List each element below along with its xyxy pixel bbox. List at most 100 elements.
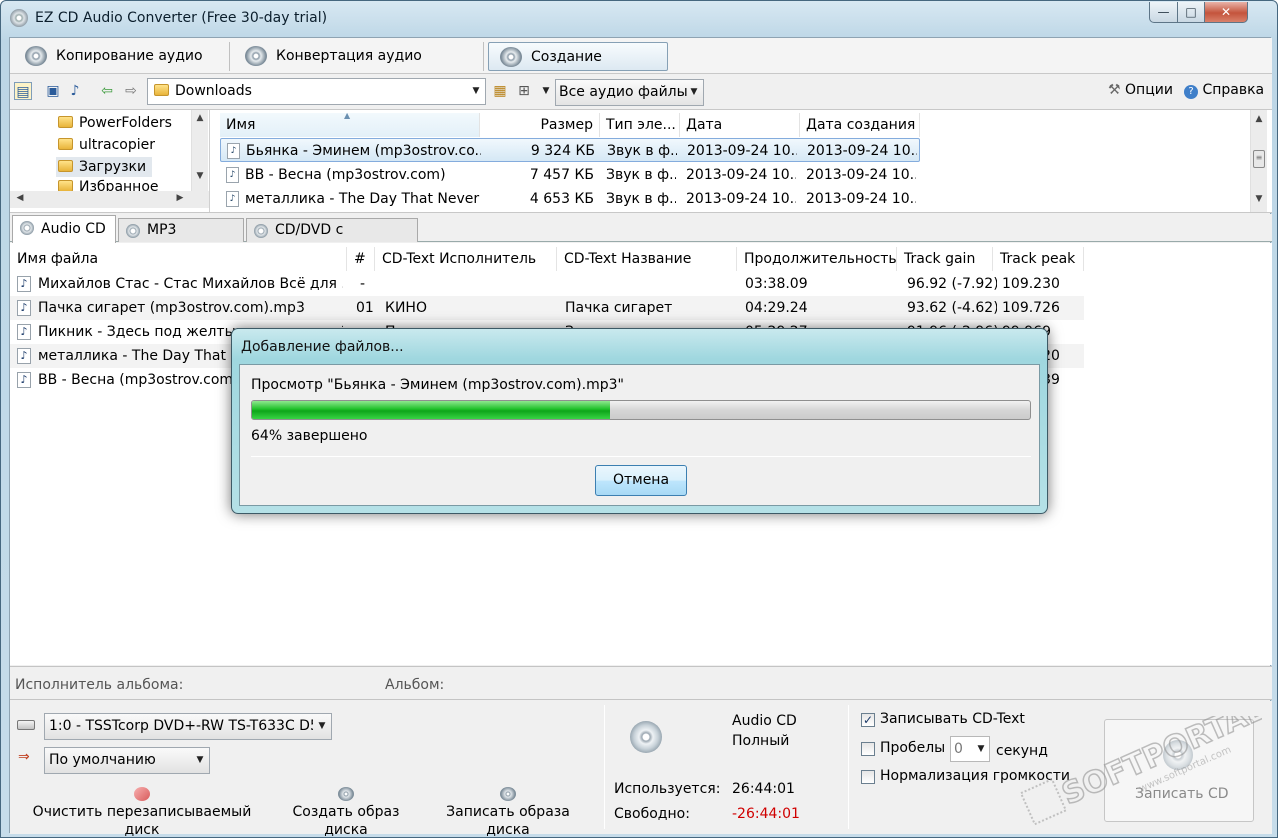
tab-audio-cd-label: Audio CD	[41, 221, 106, 237]
speed-arrow-icon: ⇒	[18, 749, 30, 765]
view-dropdown-icon[interactable]: ▼	[537, 82, 555, 100]
tab-rip-cd[interactable]: Копирование аудио CD	[14, 42, 230, 92]
erase-disc-button[interactable]: Очистить перезаписываемый диск	[18, 787, 266, 839]
col-filename[interactable]: Имя файла	[10, 247, 347, 271]
file-modified: 2013-09-24 10...	[687, 143, 797, 159]
cancel-button[interactable]: Отмена	[595, 465, 687, 496]
tree-item[interactable]: Избранное	[58, 179, 159, 191]
chevron-down-icon[interactable]: ▼	[467, 79, 485, 104]
drive-select[interactable]: 1:0 - TSSTcorp DVD+-RW TS-T633C D5 ▼	[44, 713, 332, 740]
folder-icon	[58, 180, 73, 191]
tools-icon: ⚒	[1108, 82, 1121, 98]
add-files-dialog: Добавление файлов... Просмотр "Бьянка - …	[231, 328, 1048, 514]
chevron-down-icon[interactable]: ▼	[685, 80, 703, 105]
tab-convert[interactable]: Конвертация аудио файлов	[234, 42, 484, 92]
file-row[interactable]: ♪ металлика - The Day That Never ... 4 6…	[220, 187, 920, 211]
view-mode-icon[interactable]: ⊞	[515, 82, 533, 100]
chevron-down-icon[interactable]: ▼	[973, 737, 989, 762]
new-folder-icon[interactable]: ▦	[491, 82, 509, 100]
eraser-icon	[134, 787, 150, 801]
col-cdtext-artist[interactable]: CD-Text Исполнитель	[375, 247, 557, 271]
create-image-button[interactable]: Создать образ диска	[272, 787, 420, 839]
gaps-checkbox[interactable]	[861, 742, 875, 756]
folder-icon	[58, 160, 73, 172]
track-file: Пачка сигарет (mp3ostrov.com).mp3	[38, 300, 305, 316]
forward-arrow-icon[interactable]: ⇨	[122, 82, 140, 100]
folder-view-icon[interactable]: ▤	[14, 82, 32, 100]
tab-mp3-cd[interactable]: MP3 CD/DVD	[118, 218, 244, 260]
cd-disc-icon	[630, 721, 662, 753]
col-duration[interactable]: Продолжительность	[737, 247, 897, 271]
filter-combo[interactable]: Все аудио файлы ▼	[555, 79, 704, 106]
options-link[interactable]: ⚒ Опции	[1108, 81, 1173, 99]
album-label: Альбом:	[385, 677, 445, 693]
scroll-up-icon[interactable]: ▲	[1251, 114, 1267, 124]
col-filename-label: Имя файла	[17, 251, 99, 267]
music-icon[interactable]: ♪	[66, 82, 84, 100]
back-arrow-icon[interactable]: ⇦	[98, 82, 116, 100]
file-type: Звук в ф...	[606, 167, 676, 183]
track-duration: 03:38.09	[745, 276, 808, 292]
close-button[interactable]: ✕	[1204, 2, 1248, 23]
track-row[interactable]: ♪ Михайлов Стас - Стас Михайлов Всё для …	[10, 272, 1084, 296]
chevron-down-icon[interactable]: ▼	[191, 748, 209, 773]
path-combo[interactable]: Downloads ▼	[147, 78, 486, 105]
help-link[interactable]: ? Справка	[1184, 81, 1264, 99]
gaps-select[interactable]: 0 ▼	[950, 736, 990, 762]
file-list-vscroll[interactable]: ▲ ≡ ▼	[1250, 110, 1267, 212]
file-created: 2013-09-24 10...	[807, 143, 917, 159]
tree-item-selected[interactable]: Загрузки	[56, 157, 153, 177]
project-tabs: Audio CD MP3 CD/DVD CD/DVD с данными	[10, 214, 1272, 260]
col-number[interactable]: #	[347, 247, 375, 271]
tree-vscroll[interactable]: ▲ ▼	[191, 110, 208, 191]
used-label: Используется:	[614, 781, 721, 797]
tab-audio-cd[interactable]: Audio CD	[12, 215, 116, 243]
speed-select[interactable]: По умолчанию ▼	[44, 747, 210, 774]
audio-file-icon: ♪	[17, 372, 31, 388]
col-size[interactable]: Размер	[480, 113, 600, 137]
disc-state: Полный	[732, 733, 790, 749]
file-modified: 2013-09-24 10...	[686, 167, 796, 183]
tree-item[interactable]: ultracopier	[58, 135, 155, 155]
file-row[interactable]: ♪ BB - Весна (mp3ostrov.com) 7 457 КБ Зв…	[220, 163, 920, 187]
audio-file-icon: ♪	[17, 324, 31, 340]
scanning-text: Просмотр "Бьянка - Эминем (mp3ostrov.com…	[251, 377, 624, 393]
free-label: Свободно:	[614, 806, 690, 822]
write-image-button[interactable]: Записать образа диска	[426, 787, 590, 839]
tree-hscroll[interactable]: ◀ ▶	[10, 191, 209, 208]
col-track-peak[interactable]: Track peak	[993, 247, 1084, 271]
col-name[interactable]: Имя ▲	[220, 111, 480, 137]
file-row-selected[interactable]: ♪ Бьянка - Эминем (mp3ostrov.co... 9 324…	[220, 138, 920, 162]
file-created: 2013-09-24 10...	[806, 167, 916, 183]
col-track-gain[interactable]: Track gain	[897, 247, 993, 271]
scroll-left-icon[interactable]: ◀	[12, 193, 28, 203]
col-modified[interactable]: Дата изменен...	[680, 113, 800, 157]
tree-item[interactable]: PowerFolders	[58, 113, 172, 133]
col-track-peak-label: Track peak	[1000, 251, 1076, 267]
col-type[interactable]: Тип эле...	[600, 113, 680, 137]
album-artist-label: Исполнитель альбома:	[15, 677, 184, 693]
col-cdtext-title[interactable]: CD-Text Название	[557, 247, 737, 271]
title-bar[interactable]: EZ CD Audio Converter (Free 30-day trial…	[1, 1, 1277, 37]
track-row[interactable]: ♪ Пачка сигарет (mp3ostrov.com).mp3 01 К…	[10, 296, 1084, 320]
chevron-down-icon[interactable]: ▼	[313, 714, 331, 739]
tab-create-cd[interactable]: Создание CD/DVD	[488, 42, 668, 93]
scroll-thumb[interactable]: ≡	[1253, 150, 1265, 168]
cdtext-checkbox[interactable]: ✓	[861, 713, 875, 727]
maximize-button[interactable]: □	[1177, 2, 1205, 23]
audio-cd-icon	[20, 221, 34, 235]
col-created-label: Дата создания	[806, 117, 916, 133]
scroll-down-icon[interactable]: ▼	[1251, 194, 1267, 204]
col-created[interactable]: Дата создания	[800, 113, 920, 137]
normalize-checkbox[interactable]	[861, 770, 875, 784]
scroll-down-icon[interactable]: ▼	[192, 171, 208, 181]
write-image-label: Записать образа диска	[446, 804, 570, 838]
tab-data-cd[interactable]: CD/DVD с данными	[246, 218, 418, 260]
track-number: 01	[356, 300, 374, 316]
tree-item-label: Загрузки	[79, 159, 147, 175]
burn-cd-button[interactable]: Записать CD	[1104, 719, 1254, 822]
computer-icon[interactable]: ▣	[44, 82, 62, 100]
scroll-right-icon[interactable]: ▶	[172, 193, 188, 203]
minimize-button[interactable]: —	[1149, 2, 1178, 23]
scroll-up-icon[interactable]: ▲	[192, 113, 208, 123]
